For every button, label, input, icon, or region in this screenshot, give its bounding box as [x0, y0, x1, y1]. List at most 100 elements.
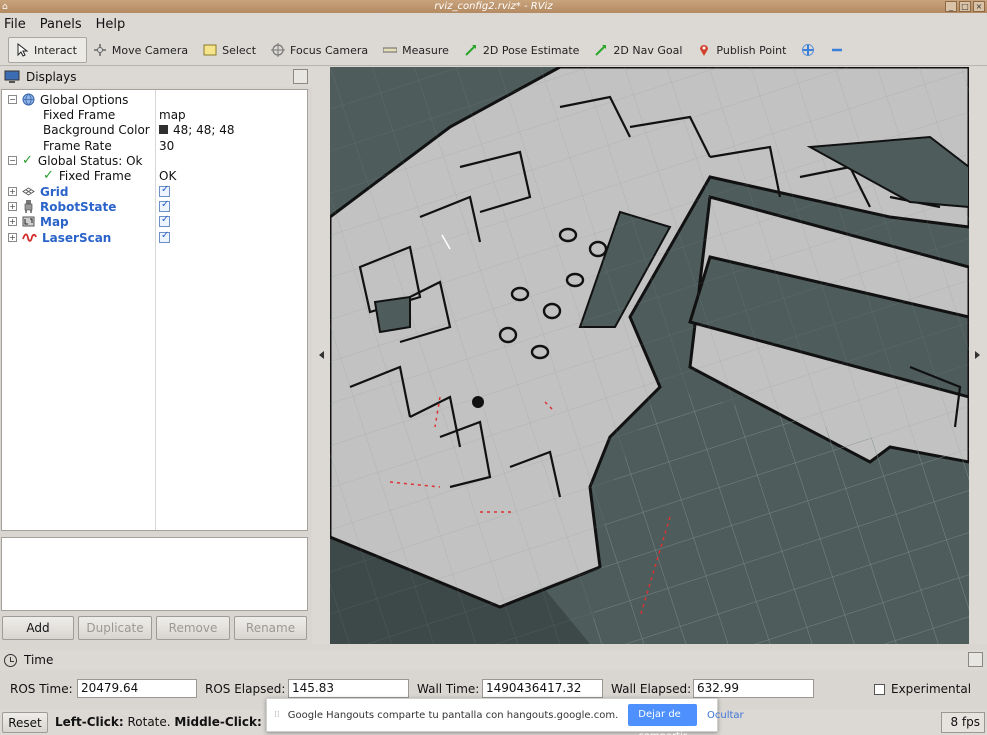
remove-button[interactable]: Remove [156, 616, 230, 640]
ros-time-label: ROS Time: [10, 682, 73, 696]
laserscan-label: LaserScan [42, 230, 112, 245]
minimize-button[interactable]: _ [945, 1, 957, 12]
title-bar: ⌂ rviz_config2.rviz* - RViz _ □ × [0, 0, 987, 13]
undock-time-button[interactable] [968, 652, 983, 667]
add-button[interactable]: Add [2, 616, 74, 640]
map-checkbox[interactable] [159, 214, 170, 227]
tree-row-grid[interactable]: + Grid [2, 184, 307, 199]
right-splitter[interactable] [969, 67, 987, 644]
interact-tool-button[interactable]: Interact [8, 37, 87, 63]
displays-button-row: Add Duplicate Remove Rename [2, 616, 307, 640]
checkmark-icon: ✓ [22, 153, 33, 168]
tree-row-global-status[interactable]: − ✓ Global Status: Ok [2, 153, 307, 168]
tree-row-status-fixed-frame[interactable]: ✓ Fixed Frame OK [2, 168, 307, 183]
wall-time-field[interactable]: 1490436417.32 [482, 679, 603, 698]
displays-title: Displays [26, 70, 77, 84]
pose-estimate-tool-button[interactable]: 2D Pose Estimate [458, 37, 589, 63]
select-tool-button[interactable]: Select [197, 37, 265, 63]
publish-point-tool-button[interactable]: Publish Point [691, 37, 795, 63]
focus-camera-tool-button[interactable]: Focus Camera [265, 37, 377, 63]
frame-rate-value[interactable]: 30 [159, 139, 174, 153]
collapse-icon[interactable]: − [8, 95, 17, 104]
expand-icon[interactable]: + [8, 187, 17, 196]
close-button[interactable]: × [973, 1, 985, 12]
fps-counter: 8 fps [941, 712, 985, 733]
render-viewport[interactable] [330, 67, 969, 644]
status-fixed-frame-key: Fixed Frame [58, 168, 132, 183]
rename-button[interactable]: Rename [234, 616, 307, 640]
menu-help[interactable]: Help [96, 17, 126, 32]
select-icon [203, 44, 217, 56]
toolbar: Interact Move Camera Select Focus Camera… [0, 35, 987, 66]
drag-handle-icon[interactable]: ⁞⁞ [274, 710, 280, 720]
menu-panels[interactable]: Panels [40, 17, 82, 32]
collapse-icon[interactable]: − [8, 156, 17, 165]
tree-row-global-options[interactable]: − Global Options [2, 92, 307, 107]
reset-button[interactable]: Reset [2, 712, 48, 733]
map-icon [22, 216, 35, 227]
fixed-frame-value[interactable]: map [159, 108, 186, 122]
expand-icon[interactable]: + [8, 202, 17, 211]
measure-tool-button[interactable]: Measure [377, 37, 458, 63]
stop-sharing-button[interactable]: Dejar de compartir [628, 704, 698, 735]
tree-row-background-color[interactable]: Background Color 48; 48; 48 [2, 122, 307, 137]
background-color-value[interactable]: 48; 48; 48 [173, 123, 235, 137]
grid-icon [22, 187, 35, 196]
wall-time-label: Wall Time: [417, 682, 480, 696]
ros-elapsed-field[interactable]: 145.83 [288, 679, 409, 698]
property-description-box [1, 537, 308, 611]
tree-row-map[interactable]: + Map [2, 214, 307, 229]
interact-label: Interact [34, 43, 77, 57]
tree-row-laserscan[interactable]: + LaserScan [2, 230, 307, 245]
occupancy-map [330, 67, 969, 644]
robotstate-checkbox[interactable] [159, 199, 170, 212]
map-label: Map [40, 214, 69, 229]
measure-icon [383, 47, 398, 53]
grid-checkbox[interactable] [159, 184, 170, 197]
publish-point-label: Publish Point [716, 43, 787, 57]
ros-time-field[interactable]: 20479.64 [77, 679, 197, 698]
focus-camera-label: Focus Camera [290, 43, 369, 57]
menu-file[interactable]: File [4, 17, 26, 32]
hide-link[interactable]: Ocultar [707, 710, 744, 721]
duplicate-button[interactable]: Duplicate [78, 616, 152, 640]
add-tool-button[interactable] [795, 37, 824, 63]
expand-icon[interactable]: + [8, 233, 17, 242]
collapse-left-icon[interactable] [319, 351, 324, 359]
left-splitter[interactable] [312, 67, 330, 644]
displays-tree: − Global Options Fixed Frame map Backgro… [1, 89, 308, 531]
pose-estimate-label: 2D Pose Estimate [482, 43, 580, 57]
remove-tool-button[interactable] [824, 37, 853, 63]
tree-row-frame-rate[interactable]: Frame Rate 30 [2, 138, 307, 153]
laserscan-checkbox[interactable] [159, 230, 170, 243]
undock-button[interactable] [293, 69, 308, 84]
move-camera-icon [93, 44, 106, 56]
move-camera-tool-button[interactable]: Move Camera [87, 37, 197, 63]
nav-goal-tool-button[interactable]: 2D Nav Goal [588, 37, 691, 63]
background-color-key: Background Color [43, 122, 150, 137]
clock-icon [4, 653, 17, 667]
maximize-button[interactable]: □ [959, 1, 971, 12]
select-label: Select [222, 43, 257, 57]
global-options-label: Global Options [40, 92, 129, 107]
tree-row-robotstate[interactable]: + RobotState [2, 199, 307, 214]
window-title: rviz_config2.rviz* - RViz [434, 1, 553, 12]
tree-row-fixed-frame[interactable]: Fixed Frame map [2, 107, 307, 122]
focus-camera-icon [271, 43, 286, 57]
left-click-action: Rotate. [127, 715, 171, 729]
share-message: Google Hangouts comparte tu pantalla con… [287, 709, 619, 721]
experimental-checkbox[interactable] [874, 684, 885, 695]
frame-rate-key: Frame Rate [43, 138, 112, 153]
fixed-frame-key: Fixed Frame [43, 107, 116, 122]
experimental-label: Experimental [891, 682, 972, 696]
color-swatch[interactable] [159, 125, 168, 134]
measure-label: Measure [402, 43, 449, 57]
wall-elapsed-field[interactable]: 632.99 [693, 679, 814, 698]
time-title: Time [24, 653, 54, 667]
collapse-right-icon[interactable] [975, 351, 980, 359]
monitor-icon [4, 70, 20, 83]
ros-elapsed-label: ROS Elapsed: [205, 682, 286, 696]
mouse-hint: Left-Click: Rotate. Middle-Click: Mo [55, 715, 283, 729]
global-status-label: Global Status: Ok [37, 153, 143, 168]
expand-icon[interactable]: + [8, 217, 17, 226]
